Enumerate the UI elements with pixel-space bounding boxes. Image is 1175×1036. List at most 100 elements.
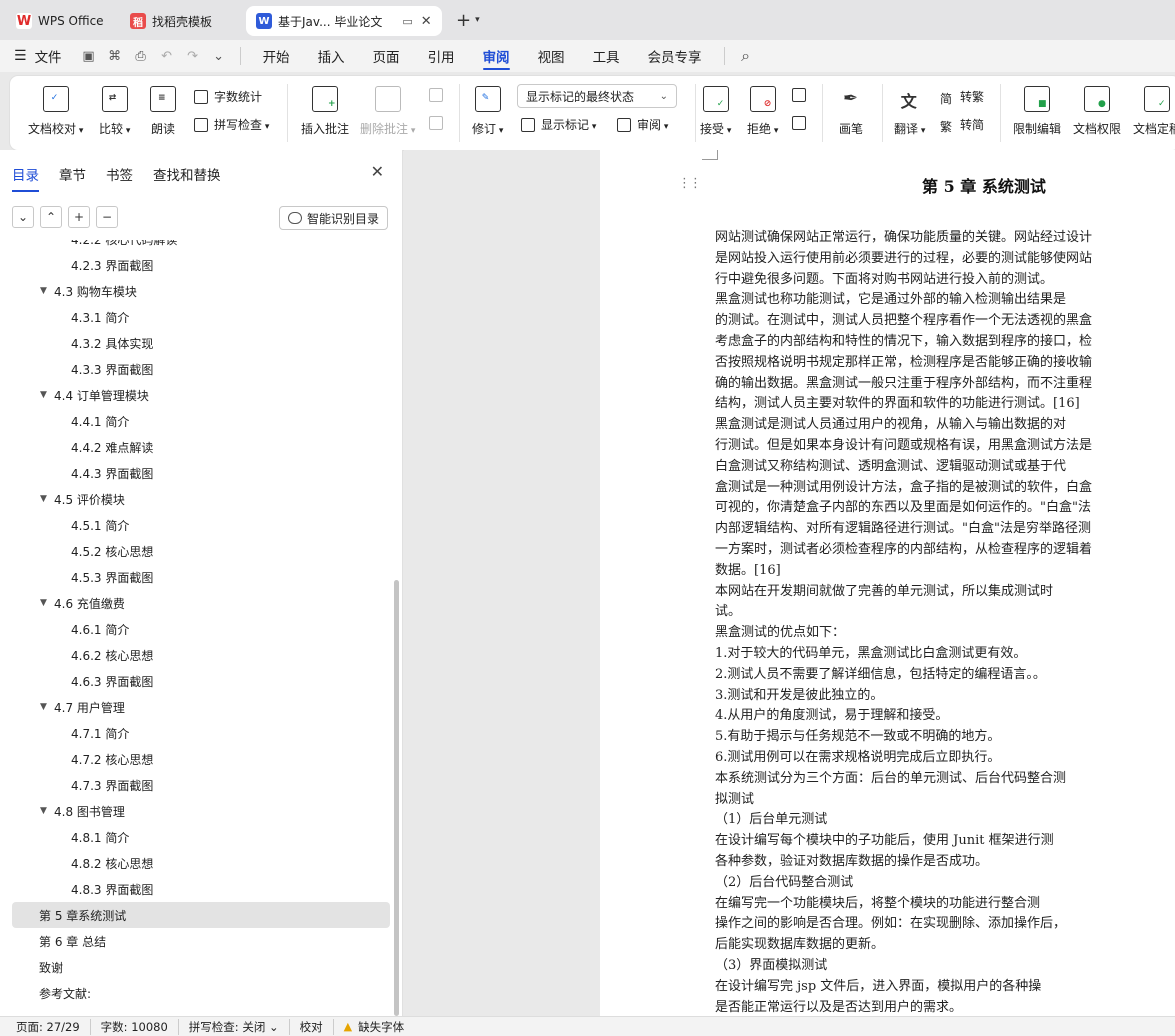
collapse-triangle-icon[interactable]: ▼ <box>40 390 54 400</box>
toc-item[interactable]: ▼ 4.6 充值缴费 <box>12 590 390 616</box>
menu-member[interactable]: 会员专享 <box>634 40 716 72</box>
menu-start[interactable]: 开始 <box>249 40 304 72</box>
tab-bookmarks[interactable]: 书签 <box>106 164 133 192</box>
compare-button[interactable]: ⇄ 比较 <box>99 86 130 137</box>
toc-item[interactable]: 4.4.2 难点解读 <box>12 434 390 460</box>
chevron-down-icon[interactable]: ▾ <box>475 15 480 25</box>
smart-toc-button[interactable]: 智能识别目录 <box>278 206 388 230</box>
menu-file[interactable]: 文件 <box>33 40 76 72</box>
to-simplified-button[interactable]: 繁 转简 <box>940 116 984 134</box>
toc-item[interactable]: 第 5 章系统测试 <box>12 902 390 928</box>
translate-button[interactable]: 文 翻译 <box>894 86 925 137</box>
tab-template[interactable]: 稻 找稻壳模板 <box>120 6 242 36</box>
toc-item[interactable]: 4.7.2 核心思想 <box>12 746 390 772</box>
menu-page[interactable]: 页面 <box>359 40 414 72</box>
tab-chapters[interactable]: 章节 <box>59 164 86 192</box>
toc-item[interactable]: 4.3.2 具体实现 <box>12 330 390 356</box>
toc-item[interactable]: 4.8.1 简介 <box>12 824 390 850</box>
status-proof[interactable]: 校对 <box>300 1018 334 1035</box>
toc-item[interactable]: 参考文献: <box>12 980 390 1006</box>
chevron-down-icon[interactable]: ⌄ <box>206 49 232 64</box>
collapse-triangle-icon[interactable]: ▼ <box>40 494 54 504</box>
toc-item[interactable]: ▼ 4.8 图书管理 <box>12 798 390 824</box>
toc-item[interactable]: 4.3.3 界面截图 <box>12 356 390 382</box>
to-traditional-button[interactable]: 简 转繁 <box>940 88 984 106</box>
toc-item[interactable]: 4.2.2 核心代码解读 <box>12 240 390 252</box>
doc-finalize-button[interactable]: ✓ 文档定稿 <box>1133 86 1175 137</box>
toc-item[interactable]: 4.6.2 核心思想 <box>12 642 390 668</box>
toc-item[interactable]: 4.2.3 界面截图 <box>12 252 390 278</box>
toc-item[interactable]: 4.4.3 界面截图 <box>12 460 390 486</box>
spell-check-button[interactable]: 拼写检查 <box>194 116 269 133</box>
toc-item[interactable]: ▼ 4.7 用户管理 <box>12 694 390 720</box>
collapse-triangle-icon[interactable]: ▼ <box>40 286 54 296</box>
toc-item[interactable]: ▼ 4.4 订单管理模块 <box>12 382 390 408</box>
toc-scrollbar[interactable] <box>394 580 399 1016</box>
new-tab-plus-icon[interactable]: + <box>456 10 471 31</box>
toc-item[interactable]: ▼ 4.3 购物车模块 <box>12 278 390 304</box>
tab-document[interactable]: W 基于Jav... 毕业论文 ▭ ✕ <box>246 6 442 36</box>
toc-item[interactable]: 4.5.2 核心思想 <box>12 538 390 564</box>
chevron-down-icon[interactable]: ⌄ <box>12 206 34 228</box>
review-pane-button[interactable]: 审阅 <box>617 116 668 133</box>
toc-item[interactable]: 4.5.1 简介 <box>12 512 390 538</box>
search-icon[interactable]: ⌕ <box>733 46 759 66</box>
window-restore-icon[interactable]: ▭ <box>402 15 412 28</box>
menu-view[interactable]: 视图 <box>524 40 579 72</box>
tab-wps-home[interactable]: W WPS Office <box>6 6 116 36</box>
prev-change-button[interactable] <box>792 88 812 102</box>
toc-item[interactable]: 4.7.3 界面截图 <box>12 772 390 798</box>
menu-insert[interactable]: 插入 <box>304 40 359 72</box>
status-missing-font[interactable]: ▲ 缺失字体 <box>344 1019 414 1035</box>
prev-comment-button[interactable] <box>429 88 449 102</box>
doc-check-button[interactable]: ✓ 文档校对 <box>28 86 83 137</box>
toc-item[interactable]: 4.4.1 简介 <box>12 408 390 434</box>
delete-comment-button[interactable]: 删除批注 <box>360 86 415 137</box>
doc-permission-button[interactable]: ● 文档权限 <box>1073 86 1121 137</box>
plus-icon[interactable]: + <box>68 206 90 228</box>
menu-tools[interactable]: 工具 <box>579 40 634 72</box>
status-page[interactable]: 页面: 27/29 <box>16 1018 91 1035</box>
menu-review[interactable]: 审阅 <box>469 40 524 72</box>
tab-find-replace[interactable]: 查找和替换 <box>153 164 221 192</box>
toc-item[interactable]: 4.8.2 核心思想 <box>12 850 390 876</box>
tab-toc[interactable]: 目录 <box>12 164 39 192</box>
status-words[interactable]: 字数: 10080 <box>101 1018 179 1035</box>
undo-icon[interactable]: ↶ <box>154 49 180 64</box>
track-changes-button[interactable]: ✎ 修订 <box>472 86 503 137</box>
word-count-button[interactable]: 字数统计 <box>194 88 262 105</box>
menu-icon[interactable]: ☰ <box>14 48 27 64</box>
toc-item[interactable]: 第 6 章 总结 <box>12 928 390 954</box>
restrict-edit-button[interactable]: ■ 限制编辑 <box>1013 86 1061 137</box>
toc-item[interactable]: 4.8.3 界面截图 <box>12 876 390 902</box>
collapse-triangle-icon[interactable]: ▼ <box>40 806 54 816</box>
insert-comment-button[interactable]: + 插入批注 <box>301 86 349 137</box>
markup-state-select[interactable]: 显示标记的最终状态 ⌄ <box>517 84 677 108</box>
drag-handle-icon[interactable]: ⋮⋮ <box>678 176 702 191</box>
chevron-up-icon[interactable]: ⌃ <box>40 206 62 228</box>
toc-item[interactable]: 致谢 <box>12 954 390 980</box>
reject-button[interactable]: ⊘ 拒绝 <box>747 86 778 137</box>
menu-reference[interactable]: 引用 <box>414 40 469 72</box>
close-icon[interactable]: ✕ <box>421 14 432 29</box>
minus-icon[interactable]: − <box>96 206 118 228</box>
toc-item[interactable]: 4.5.3 界面截图 <box>12 564 390 590</box>
save-icon[interactable]: ▣ <box>76 49 102 64</box>
toc-item[interactable]: 4.6.3 界面截图 <box>12 668 390 694</box>
pen-button[interactable]: ✒ 画笔 <box>838 86 864 137</box>
next-change-button[interactable] <box>792 116 812 130</box>
collapse-triangle-icon[interactable]: ▼ <box>40 702 54 712</box>
document-page[interactable]: ⋮⋮ 第 5 章 系统测试 网站测试确保网站正常运行，确保功能质量的关键。网站经… <box>600 150 1175 1016</box>
print-preview-icon[interactable]: ⎙ <box>128 49 154 64</box>
toc-item[interactable]: ▼ 4.5 评价模块 <box>12 486 390 512</box>
accept-button[interactable]: ✓ 接受 <box>700 86 731 137</box>
share-icon[interactable]: ⌘ <box>102 49 128 64</box>
collapse-triangle-icon[interactable]: ▼ <box>40 598 54 608</box>
read-aloud-button[interactable]: ≡ 朗读 <box>150 86 176 137</box>
close-icon[interactable]: ✕ <box>371 162 384 181</box>
show-markup-button[interactable]: 显示标记 <box>521 116 596 133</box>
next-comment-button[interactable] <box>429 116 449 130</box>
toc-item[interactable]: 4.3.1 简介 <box>12 304 390 330</box>
toc-item[interactable]: 4.6.1 简介 <box>12 616 390 642</box>
toc-item[interactable]: 4.7.1 简介 <box>12 720 390 746</box>
